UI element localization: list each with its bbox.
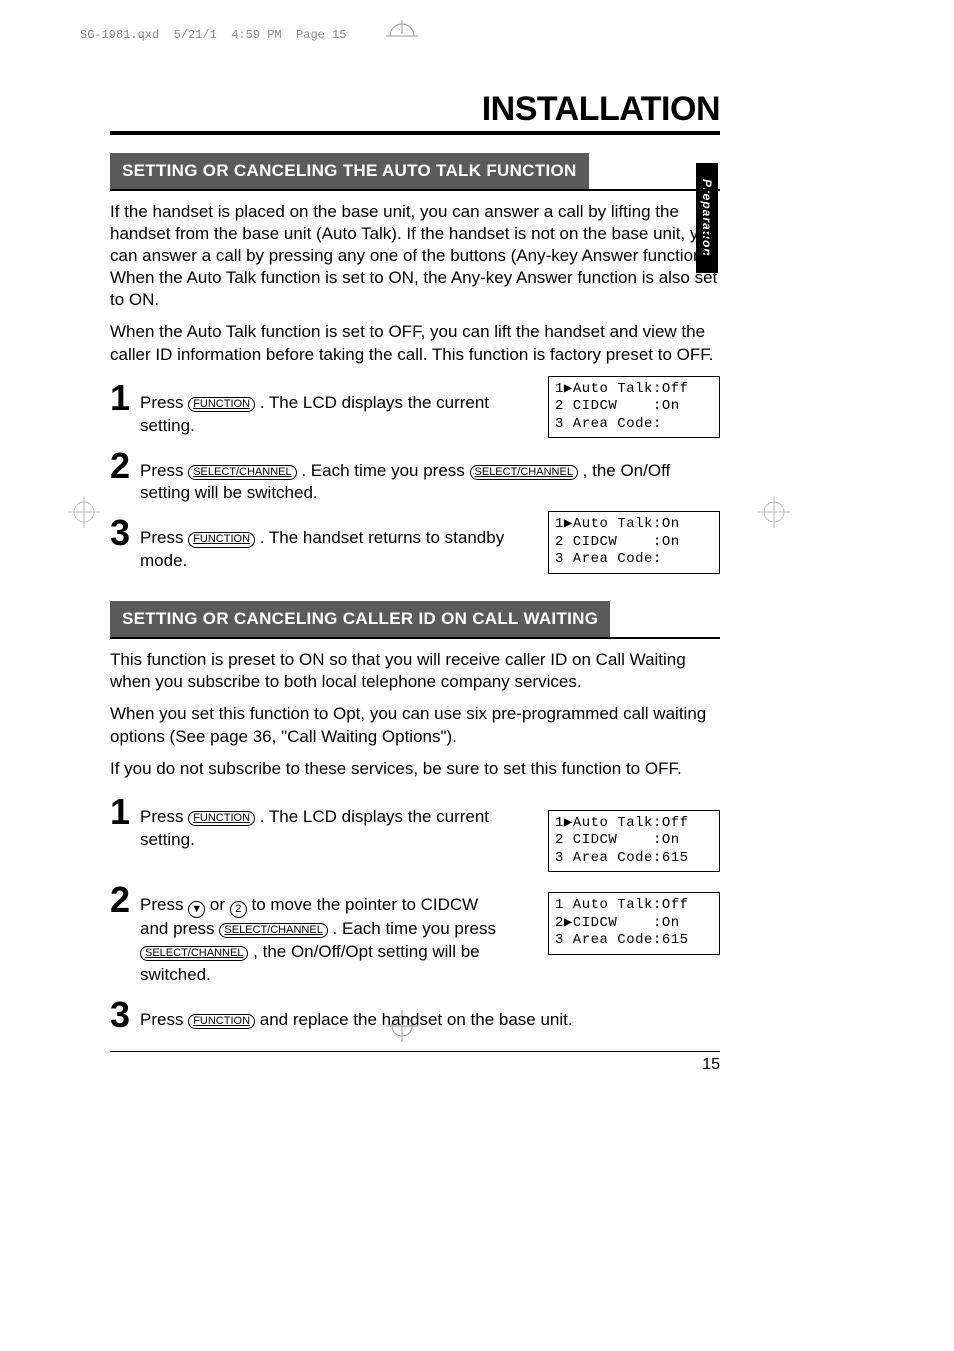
step-number: 3 [110, 515, 140, 551]
lcd-display-auto-talk-off: 1▶Auto Talk:Off 2 CIDCW :On 3 Area Code: [548, 376, 720, 439]
step-text: Press [140, 528, 188, 547]
step-text: . Each time you press [328, 919, 496, 938]
para-cidcw-3: If you do not subscribe to these service… [110, 758, 720, 780]
step-text: Press [140, 807, 188, 826]
lcd-display-auto-talk-on: 1▶Auto Talk:On 2 CIDCW :On 3 Area Code: [548, 511, 720, 574]
step-text: Press [140, 461, 188, 480]
step-number: 2 [110, 448, 140, 484]
step-text: . Each time you press [297, 461, 470, 480]
page-title: INSTALLATION [110, 90, 720, 129]
print-header: SG-1981.qxd 5/21/1 4:59 PM Page 15 [80, 28, 346, 42]
step-text: Press [140, 393, 188, 412]
step-text: and replace the handset on the base unit… [255, 1010, 573, 1029]
section-banner-cidcw: SETTING OR CANCELING CALLER ID ON CALL W… [110, 601, 610, 637]
select-channel-button-label: SELECT/CHANNEL [470, 465, 578, 480]
para-auto-talk-2: When the Auto Talk function is set to OF… [110, 321, 720, 365]
step-number: 3 [110, 997, 140, 1033]
step-text: Press [140, 1010, 188, 1029]
lcd-display-cidcw-2: 1 Auto Talk:Off 2▶CIDCW :On 3 Area Code:… [548, 892, 720, 955]
two-key-icon: 2 [230, 901, 247, 918]
function-button-label: FUNCTION [188, 811, 255, 826]
page-number: 15 [110, 1051, 720, 1074]
select-channel-button-label: SELECT/CHANNEL [188, 465, 296, 480]
step-number: 1 [110, 794, 140, 830]
down-arrow-icon: ▼ [188, 901, 205, 918]
section-rule [110, 637, 720, 639]
crop-mark-right [758, 496, 790, 528]
step-1-auto-talk: 1 Press FUNCTION . The LCD displays the … [110, 380, 548, 438]
para-cidcw-2: When you set this function to Opt, you c… [110, 703, 720, 747]
step-3-cidcw: 3 Press FUNCTION and replace the handset… [110, 997, 720, 1033]
step-text: Press [140, 895, 188, 914]
para-cidcw-1: This function is preset to ON so that yo… [110, 649, 720, 693]
step-1-cidcw: 1 Press FUNCTION . The LCD displays the … [110, 794, 548, 852]
title-rule [110, 131, 720, 135]
step-2-cidcw: 2 Press ▼ or 2 to move the pointer to CI… [110, 882, 548, 987]
select-channel-button-label: SELECT/CHANNEL [219, 923, 327, 938]
section-rule [110, 189, 720, 191]
function-button-label: FUNCTION [188, 397, 255, 412]
crop-mark-left [68, 496, 100, 528]
select-channel-button-label: SELECT/CHANNEL [140, 946, 248, 961]
function-button-label: FUNCTION [188, 1014, 255, 1029]
function-button-label: FUNCTION [188, 532, 255, 547]
step-3-auto-talk: 3 Press FUNCTION . The handset returns t… [110, 515, 548, 573]
para-auto-talk-1: If the handset is placed on the base uni… [110, 201, 720, 311]
section-banner-auto-talk: SETTING OR CANCELING THE AUTO TALK FUNCT… [110, 153, 589, 189]
lcd-display-cidcw-1: 1▶Auto Talk:Off 2 CIDCW :On 3 Area Code:… [548, 810, 720, 873]
step-number: 2 [110, 882, 140, 918]
step-number: 1 [110, 380, 140, 416]
step-2-auto-talk: 2 Press SELECT/CHANNEL . Each time you p… [110, 448, 720, 506]
crop-mark-top [386, 20, 418, 52]
step-text: or [205, 895, 230, 914]
